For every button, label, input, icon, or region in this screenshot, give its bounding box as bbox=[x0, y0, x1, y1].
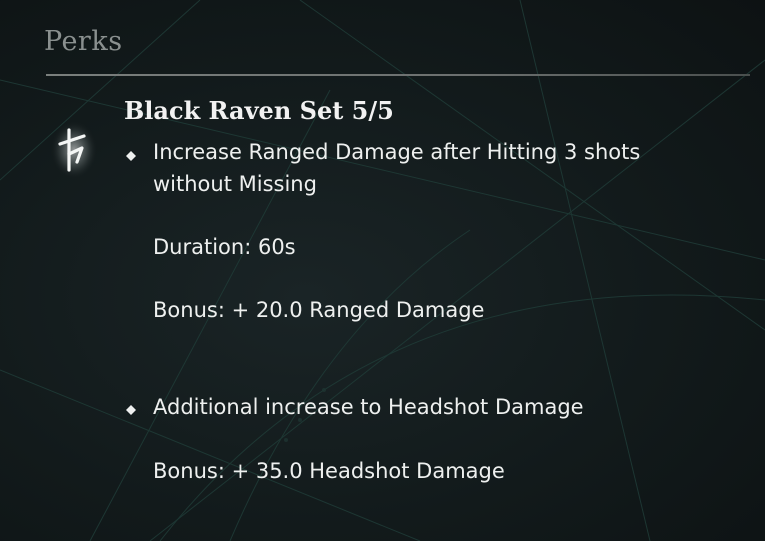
raven-rune-icon bbox=[50, 118, 100, 182]
section-title: Perks bbox=[44, 26, 123, 57]
perk-effect-line: without Missing bbox=[153, 172, 317, 196]
perk-effect-line: Increase Ranged Damage after Hitting 3 s… bbox=[153, 140, 641, 164]
set-title: Black Raven Set 5/5 bbox=[124, 96, 394, 125]
bullet-diamond-icon bbox=[126, 151, 136, 161]
perk-effect-line: Additional increase to Headshot Damage bbox=[153, 395, 584, 419]
perks-panel: Perks Black Raven Set 5/5 Increase Range… bbox=[0, 0, 765, 541]
perk-duration: Duration: 60s bbox=[153, 235, 296, 259]
bullet-diamond-icon bbox=[126, 405, 136, 415]
perk-bonus: Bonus: + 20.0 Ranged Damage bbox=[153, 298, 485, 322]
perk-bonus: Bonus: + 35.0 Headshot Damage bbox=[153, 459, 505, 483]
title-divider bbox=[46, 74, 750, 76]
